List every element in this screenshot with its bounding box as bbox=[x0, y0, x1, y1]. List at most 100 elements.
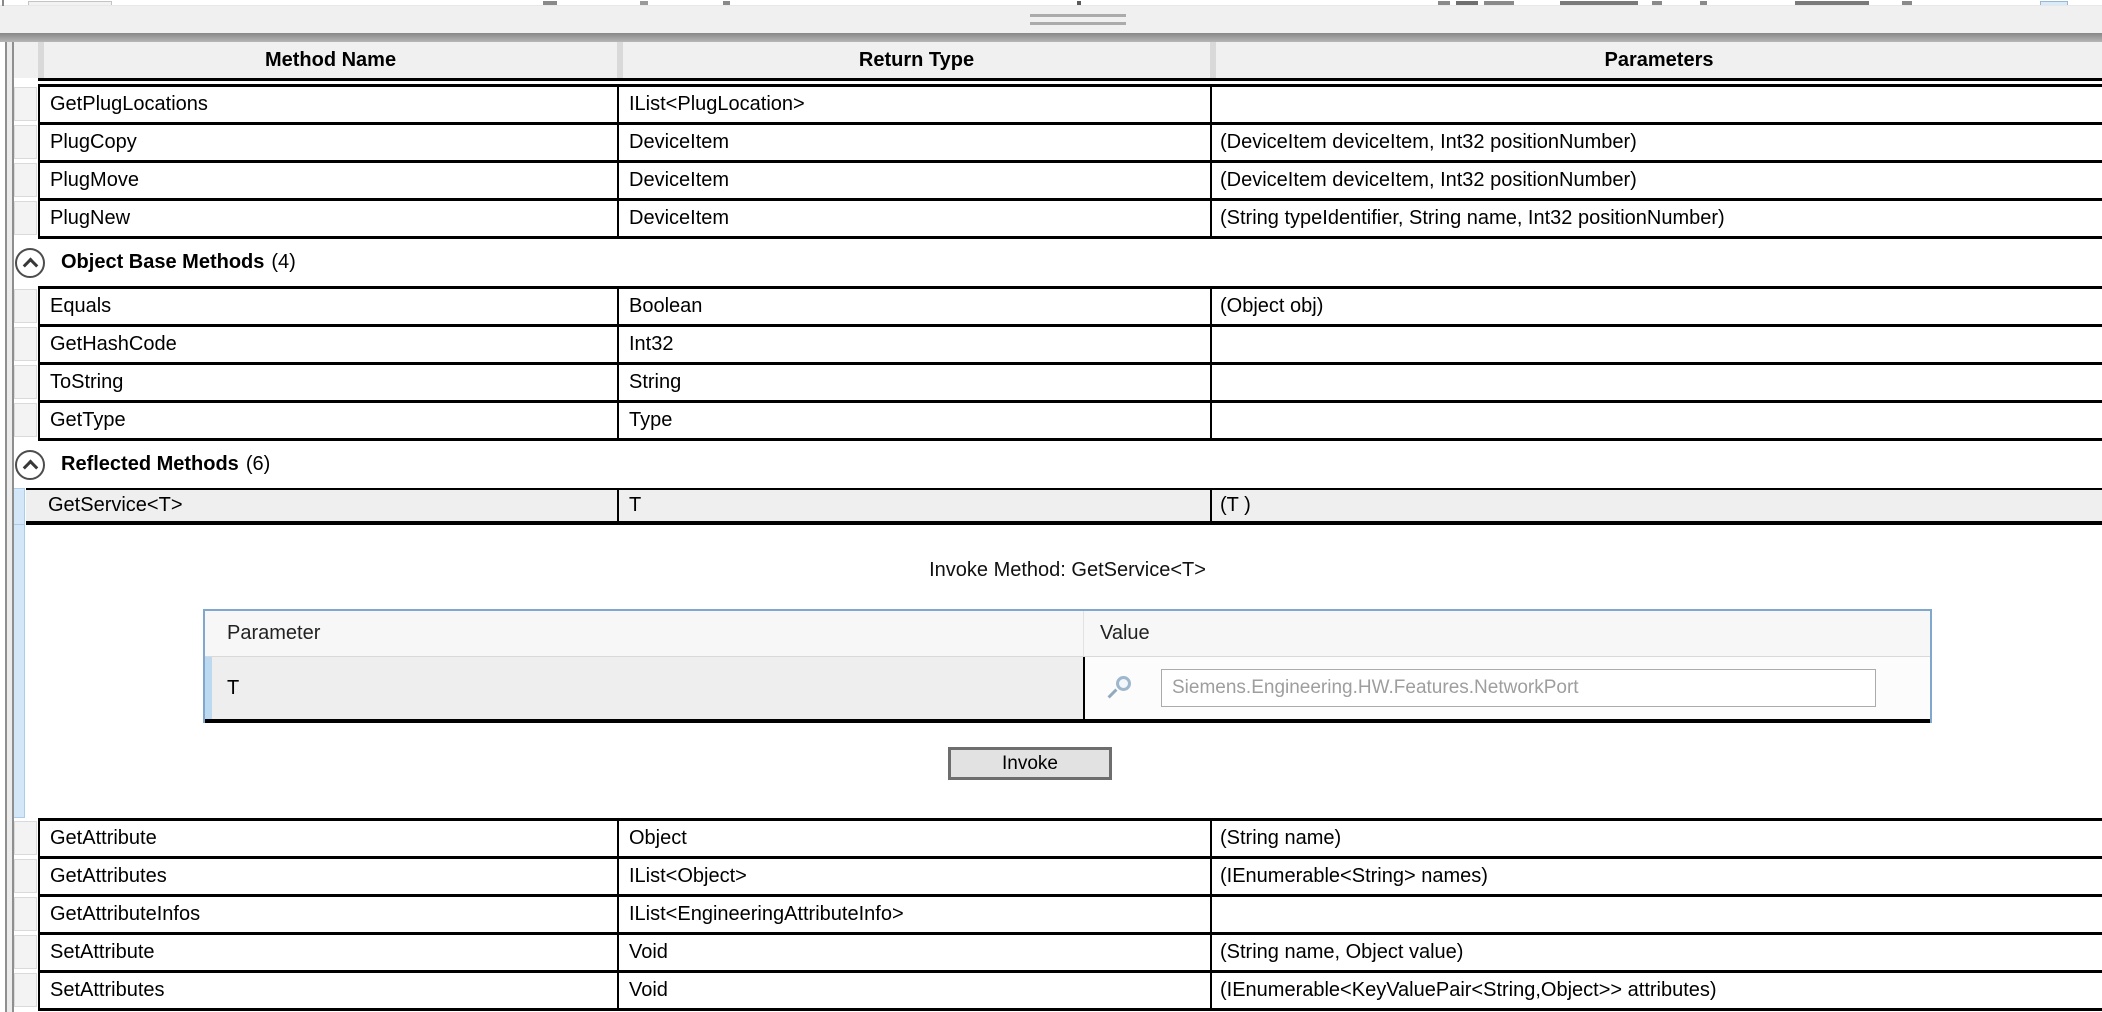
invoke-parameter-row: T bbox=[205, 657, 1930, 723]
splitter-band bbox=[0, 6, 2102, 33]
column-header-parameters[interactable]: Parameters bbox=[1210, 42, 2102, 78]
row-gutter bbox=[13, 163, 38, 201]
selected-row-gutter bbox=[13, 488, 26, 525]
parameters-cell bbox=[1210, 327, 2102, 365]
column-header-return-type[interactable]: Return Type bbox=[617, 42, 1210, 78]
method-name-cell: SetAttribute bbox=[38, 935, 617, 973]
return-type-cell: Int32 bbox=[617, 327, 1210, 365]
method-row[interactable]: GetAttributes IList<Object> (IEnumerable… bbox=[13, 859, 2102, 897]
row-gutter bbox=[13, 286, 38, 327]
method-name-cell: GetPlugLocations bbox=[38, 87, 617, 125]
window-left-border bbox=[5, 42, 14, 1012]
method-row[interactable]: SetAttribute Void (String name, Object v… bbox=[13, 935, 2102, 973]
return-type-cell: DeviceItem bbox=[617, 201, 1210, 239]
row-gutter bbox=[13, 818, 38, 859]
return-type-cell: DeviceItem bbox=[617, 125, 1210, 163]
return-type-cell: IList<PlugLocation> bbox=[617, 87, 1210, 125]
methods-grid: Method Name Return Type Parameters GetPl… bbox=[13, 42, 2102, 1011]
invoke-method-panel: Invoke Method: GetService<T> Parameter V… bbox=[13, 525, 2102, 818]
method-row[interactable]: GetAttributeInfos IList<EngineeringAttri… bbox=[13, 897, 2102, 935]
header-separator bbox=[38, 78, 2102, 87]
method-row[interactable]: Equals Boolean (Object obj) bbox=[13, 286, 2102, 327]
invoke-panel-title: Invoke Method: GetService<T> bbox=[929, 559, 1206, 581]
method-row[interactable]: SetAttributes Void (IEnumerable<KeyValue… bbox=[13, 973, 2102, 1011]
section-header-object-base-methods[interactable]: Object Base Methods (4) bbox=[13, 239, 2102, 286]
parameters-cell: (Object obj) bbox=[1210, 286, 2102, 327]
method-rows-bottom: GetAttribute Object (String name) GetAtt… bbox=[13, 818, 2102, 1011]
grid-header-row: Method Name Return Type Parameters bbox=[13, 42, 2102, 78]
method-name-cell: PlugMove bbox=[38, 163, 617, 201]
row-details-accent-strip bbox=[13, 525, 25, 818]
return-type-cell: DeviceItem bbox=[617, 163, 1210, 201]
method-rows-top: GetPlugLocations IList<PlugLocation> Plu… bbox=[13, 87, 2102, 239]
selected-method-row[interactable]: GetService<T> T (T ) bbox=[13, 488, 2102, 525]
method-name-cell: GetAttribute bbox=[38, 818, 617, 859]
row-gutter bbox=[13, 125, 38, 163]
invoke-parameters-table: Parameter Value T bbox=[203, 609, 1932, 723]
method-row[interactable]: GetHashCode Int32 bbox=[13, 327, 2102, 365]
method-name-cell: PlugNew bbox=[38, 201, 617, 239]
method-row[interactable]: GetType Type bbox=[13, 403, 2102, 441]
row-gutter bbox=[13, 327, 38, 365]
section-header-reflected-methods[interactable]: Reflected Methods (6) bbox=[13, 441, 2102, 488]
section-count: (6) bbox=[245, 453, 271, 475]
method-name-cell: GetAttributeInfos bbox=[38, 897, 617, 935]
method-rows-object-base: Equals Boolean (Object obj) GetHashCode … bbox=[13, 286, 2102, 441]
parameter-value-input[interactable] bbox=[1161, 669, 1876, 707]
header-gutter bbox=[13, 42, 38, 78]
method-row[interactable]: ToString String bbox=[13, 365, 2102, 403]
return-type-cell: Boolean bbox=[617, 286, 1210, 327]
return-type-cell: IList<EngineeringAttributeInfo> bbox=[617, 897, 1210, 935]
parameters-cell: (String name) bbox=[1210, 818, 2102, 859]
method-name-cell: Equals bbox=[38, 286, 617, 327]
parameter-name-cell: T bbox=[205, 657, 1083, 719]
parameters-cell: (DeviceItem deviceItem, Int32 positionNu… bbox=[1210, 163, 2102, 201]
parameter-name: T bbox=[227, 676, 240, 699]
return-type-cell: Type bbox=[617, 403, 1210, 441]
method-name-cell: GetAttributes bbox=[38, 859, 617, 897]
method-row[interactable]: GetPlugLocations IList<PlugLocation> bbox=[13, 87, 2102, 125]
return-type-cell: Void bbox=[617, 935, 1210, 973]
column-header-method-name[interactable]: Method Name bbox=[38, 42, 617, 78]
search-icon[interactable] bbox=[1107, 675, 1133, 701]
parameters-cell: (String typeIdentifier, String name, Int… bbox=[1210, 201, 2102, 239]
parameters-cell: (String name, Object value) bbox=[1210, 935, 2102, 973]
row-gutter bbox=[13, 897, 38, 935]
panel-top-edge bbox=[0, 33, 2102, 42]
row-gutter bbox=[13, 201, 38, 239]
method-row[interactable]: PlugMove DeviceItem (DeviceItem deviceIt… bbox=[13, 163, 2102, 201]
return-type-cell: String bbox=[617, 365, 1210, 403]
section-title: Reflected Methods bbox=[61, 453, 239, 475]
method-name-cell: GetHashCode bbox=[38, 327, 617, 365]
parameters-cell bbox=[1210, 87, 2102, 125]
row-gutter bbox=[13, 973, 38, 1011]
return-type-cell: IList<Object> bbox=[617, 859, 1210, 897]
method-name-cell: SetAttributes bbox=[38, 973, 617, 1011]
parameters-cell bbox=[1210, 897, 2102, 935]
parameter-value-cell bbox=[1083, 657, 1930, 719]
row-gutter bbox=[13, 403, 38, 441]
parameter-column-header: Parameter bbox=[227, 622, 321, 644]
invoke-button[interactable]: Invoke bbox=[948, 747, 1112, 780]
method-row[interactable]: GetAttribute Object (String name) bbox=[13, 818, 2102, 859]
parameters-cell: (T ) bbox=[1210, 488, 2102, 525]
window-left-border-top bbox=[2, 0, 4, 6]
row-gutter bbox=[13, 87, 38, 125]
method-row[interactable]: PlugNew DeviceItem (String typeIdentifie… bbox=[13, 201, 2102, 239]
collapse-chevron-up-icon[interactable] bbox=[15, 247, 45, 278]
parameters-cell bbox=[1210, 365, 2102, 403]
parameters-cell: (IEnumerable<KeyValuePair<String,Object>… bbox=[1210, 973, 2102, 1011]
return-type-cell: Object bbox=[617, 818, 1210, 859]
value-column-header: Value bbox=[1083, 611, 1930, 656]
section-count: (4) bbox=[271, 251, 296, 273]
method-row[interactable]: PlugCopy DeviceItem (DeviceItem deviceIt… bbox=[13, 125, 2102, 163]
parameter-row-accent bbox=[205, 657, 212, 719]
parameters-cell: (IEnumerable<String> names) bbox=[1210, 859, 2102, 897]
splitter-handle[interactable] bbox=[1030, 14, 1126, 30]
collapse-chevron-up-icon[interactable] bbox=[15, 449, 45, 480]
row-gutter bbox=[13, 935, 38, 973]
section-title: Object Base Methods bbox=[61, 251, 265, 273]
parameters-cell bbox=[1210, 403, 2102, 441]
parameters-cell: (DeviceItem deviceItem, Int32 positionNu… bbox=[1210, 125, 2102, 163]
method-name-cell: GetService<T> bbox=[26, 488, 617, 525]
